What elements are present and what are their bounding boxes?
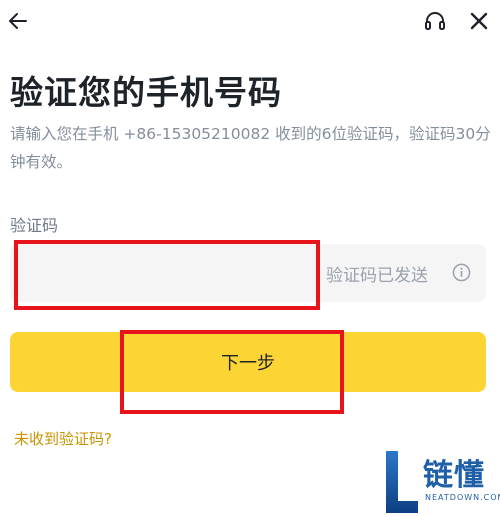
next-step-label: 下一步 — [221, 353, 275, 374]
code-not-received-link[interactable]: 未收到验证码? — [14, 428, 112, 449]
verification-code-field: 验证码已发送 — [10, 244, 486, 302]
code-field-label: 验证码 — [10, 216, 59, 235]
watermark: 链懂 NEATDOWN.COM — [382, 446, 500, 517]
close-button[interactable] — [466, 8, 492, 34]
back-button[interactable] — [6, 8, 32, 34]
close-icon — [470, 12, 488, 30]
top-bar — [0, 0, 500, 48]
headset-icon — [425, 12, 445, 30]
watermark-logo-icon — [386, 451, 418, 513]
verification-code-input[interactable] — [10, 244, 310, 302]
code-sent-status: 验证码已发送 — [326, 266, 428, 286]
next-step-button[interactable]: 下一步 — [10, 332, 486, 392]
customer-support-button[interactable] — [422, 8, 448, 34]
arrow-left-icon — [9, 13, 27, 29]
page-title: 验证您的手机号码 — [10, 73, 282, 112]
info-icon[interactable] — [452, 263, 471, 282]
watermark-subtext: NEATDOWN.COM — [425, 493, 500, 502]
verification-description: 请输入您在手机 +86-15305210082 收到的6位验证码，验证码30分钟… — [10, 125, 491, 171]
watermark-text: 链懂 — [423, 458, 485, 493]
